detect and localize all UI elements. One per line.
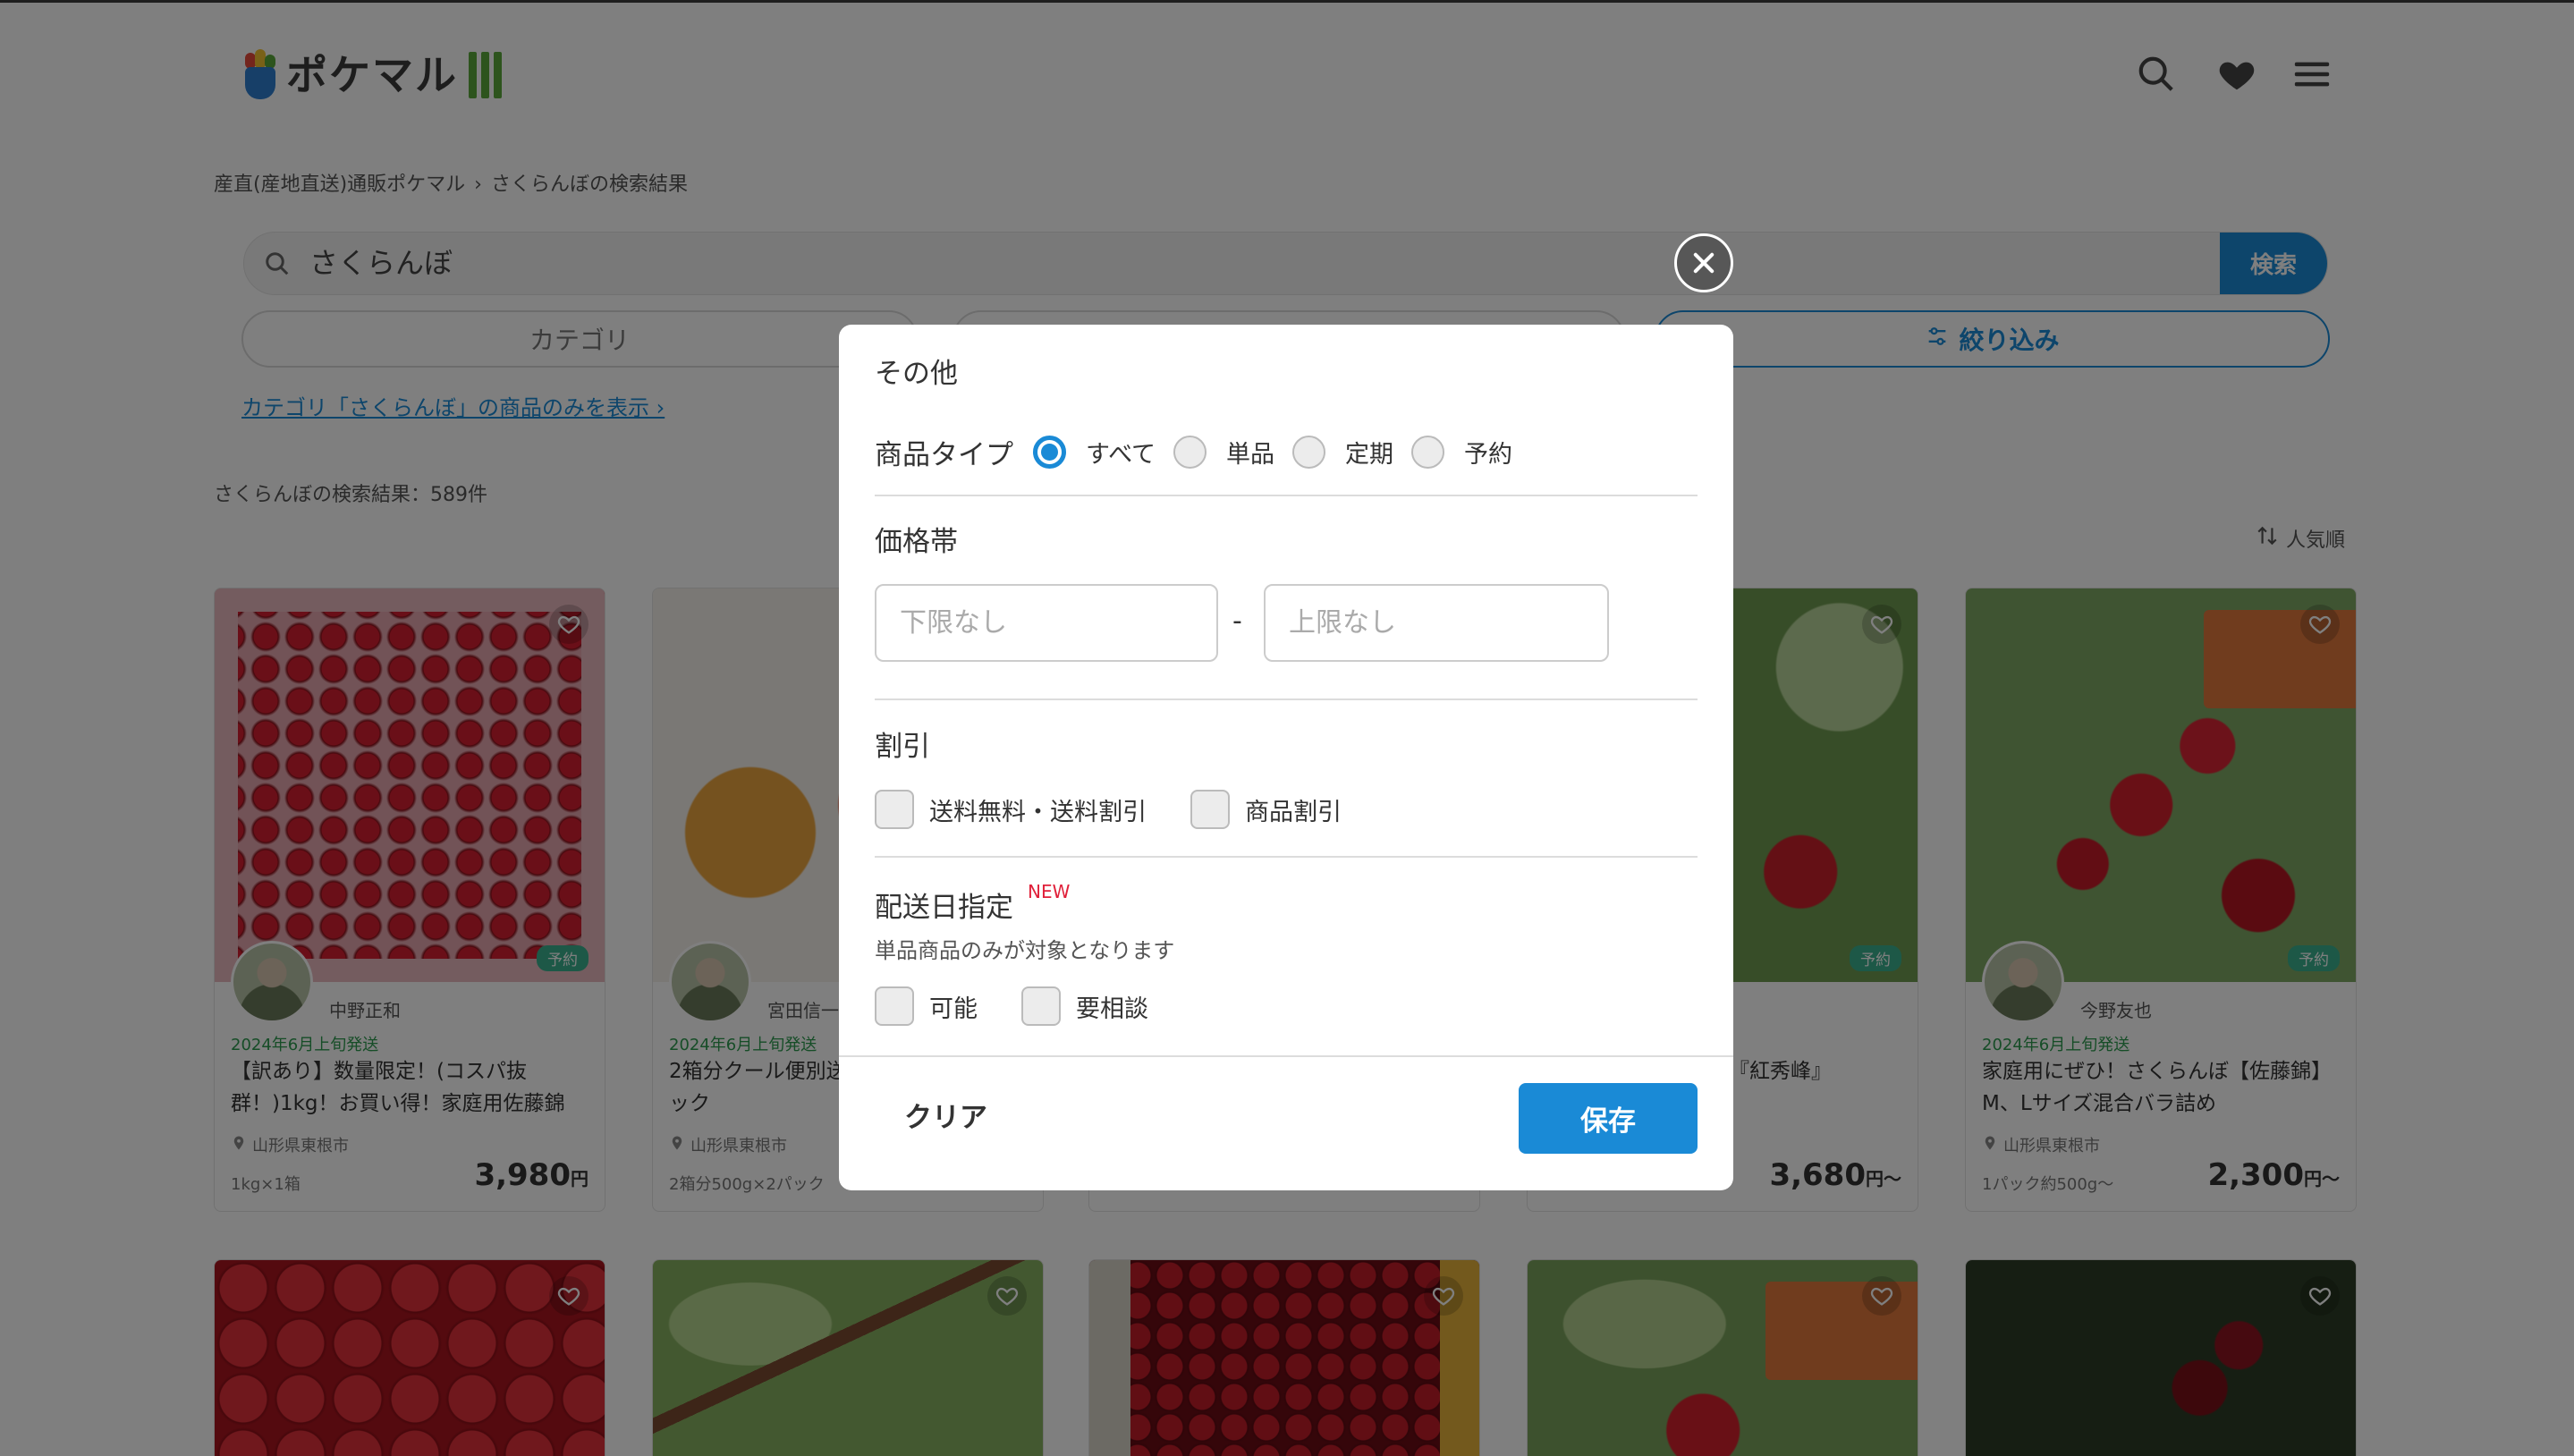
discount-row: 送料無料・送料割引 商品割引 <box>875 790 1385 829</box>
checkbox[interactable] <box>1021 986 1061 1026</box>
option-label: 予約 <box>1464 440 1513 469</box>
close-icon[interactable] <box>1674 233 1733 292</box>
price-min-input[interactable] <box>875 584 1218 662</box>
price-range-separator: - <box>1232 605 1242 637</box>
radio-button[interactable] <box>1411 435 1445 469</box>
discount-option-product[interactable]: 商品割引 <box>1190 790 1342 829</box>
option-label: すべて <box>1086 440 1156 469</box>
product-type-option-subscription[interactable]: 定期 <box>1292 435 1393 470</box>
section-title-other: その他 <box>875 358 958 390</box>
checkbox[interactable] <box>1190 790 1230 829</box>
divider <box>875 495 1698 496</box>
page: ポケマル 産直(産地直送)通販ポケマル›さくらんぼの検索結果 さくらんぼ 検索 … <box>0 0 2574 1456</box>
delivery-option-available[interactable]: 可能 <box>875 986 978 1026</box>
product-type-option-all[interactable]: すべて <box>1033 435 1156 470</box>
option-label: 単品 <box>1226 440 1275 469</box>
option-label: 送料無料・送料割引 <box>929 798 1147 826</box>
divider <box>875 698 1698 700</box>
price-max-input[interactable] <box>1264 584 1609 662</box>
footer-divider <box>839 1055 1733 1057</box>
radio-button[interactable] <box>1292 435 1326 469</box>
option-label: 定期 <box>1345 440 1394 469</box>
product-type-row: 商品タイプ すべて 単品 定期 予約 <box>875 432 1530 471</box>
product-type-option-reservation[interactable]: 予約 <box>1411 435 1512 470</box>
clear-button[interactable]: クリア <box>904 1100 987 1136</box>
radio-button[interactable] <box>1033 435 1066 469</box>
option-label: 商品割引 <box>1245 798 1342 826</box>
checkbox[interactable] <box>875 790 914 829</box>
product-type-option-single[interactable]: 単品 <box>1173 435 1274 470</box>
section-title-delivery-date: 配送日指定 <box>875 892 1013 924</box>
section-title-discount: 割引 <box>875 731 930 763</box>
delivery-date-row: 可能 要相談 <box>875 986 1192 1026</box>
option-label: 可能 <box>929 995 978 1023</box>
checkbox[interactable] <box>875 986 914 1026</box>
new-badge: NEW <box>1028 881 1071 902</box>
divider <box>875 856 1698 858</box>
radio-button[interactable] <box>1173 435 1207 469</box>
save-button[interactable]: 保存 <box>1519 1083 1698 1154</box>
delivery-date-note: 単品商品のみが対象となります <box>875 938 1175 963</box>
delivery-option-consult[interactable]: 要相談 <box>1021 986 1148 1026</box>
section-title-price: 価格帯 <box>875 526 958 558</box>
filter-modal: その他 商品タイプ すべて 単品 定期 予約 価格帯 - <box>839 325 1733 1190</box>
product-type-label: 商品タイプ <box>875 438 1013 471</box>
option-label: 要相談 <box>1076 995 1148 1023</box>
discount-option-free-shipping[interactable]: 送料無料・送料割引 <box>875 790 1147 829</box>
